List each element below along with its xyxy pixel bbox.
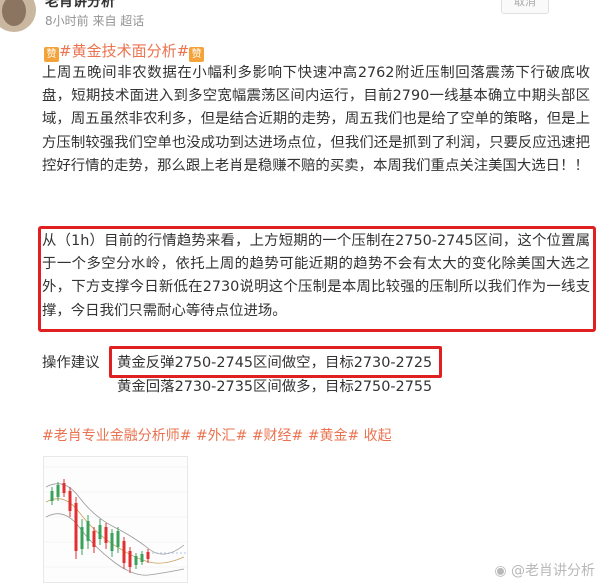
follow-button[interactable]: 取消 [501,0,549,14]
topic-line[interactable]: 赞 #黄金技术面分析# 赞 [44,40,205,62]
post-meta: 8小时前 来自 超话 [45,12,144,29]
chart-thumbnail[interactable] [43,456,188,583]
weibo-logo-icon: ◉ [494,563,507,579]
post-paragraph-2: 从（1h）目前的行情趋势来看，上方短期的一个压制在2750-2745区间，这个位… [42,233,590,319]
avatar[interactable] [0,0,36,32]
thumbs-up-icon-right: 赞 [189,47,205,62]
author-name[interactable]: 老肖讲分析 [45,0,115,11]
thumbs-up-icon: 赞 [44,47,59,62]
post-source[interactable]: 来自 超话 [92,14,144,28]
advice-label: 操作建议 [42,355,100,371]
topic-link[interactable]: #黄金技术面分析# [59,42,189,60]
post-time[interactable]: 8小时前 [45,14,89,28]
hashtag-links[interactable]: #老肖专业金融分析师# #外汇# #财经# #黄金# 收起 [42,425,392,445]
weibo-watermark: ◉ @老肖讲分析 [494,560,595,580]
advice-line-1: 黄金反弹2750-2745区间做空，目标2730-2725 [117,355,433,371]
advice-line-2: 黄金回落2730-2735区间做多，目标2750-2755 [117,379,433,395]
post-paragraph-1: 上周五晚间非农数据在小幅利多影响下快速冲高2762附近压制回落震荡下行破底收盘，… [42,65,590,174]
watermark-text: @老肖讲分析 [511,563,595,579]
candlestick-chart-image [44,457,187,582]
